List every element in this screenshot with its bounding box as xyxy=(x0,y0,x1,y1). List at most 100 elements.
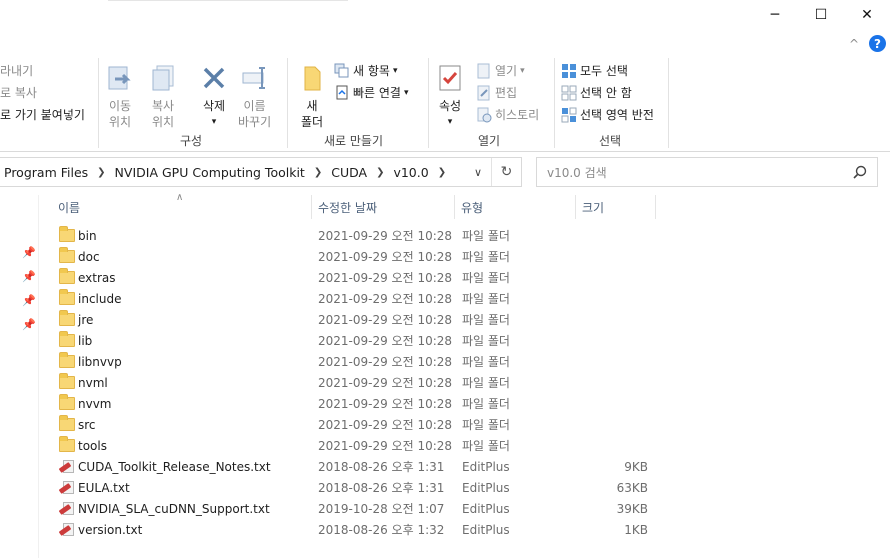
help-icon[interactable]: ? xyxy=(869,35,886,52)
file-name: bin xyxy=(78,228,97,243)
file-type: EditPlus xyxy=(462,459,510,474)
new-group-label: 새로 만들기 xyxy=(324,134,384,148)
file-row[interactable]: lib 2021-09-29 오전 10:28 파일 폴더 xyxy=(52,330,682,351)
maximize-button[interactable]: ☐ xyxy=(798,0,844,30)
close-button[interactable]: ✕ xyxy=(844,0,890,30)
paste-shortcut-item[interactable]: 로 가기 붙여넣기 xyxy=(0,106,85,123)
file-name: nvvm xyxy=(78,396,112,411)
move-to-button[interactable]: 이동 위치 xyxy=(104,62,136,130)
delete-x-icon xyxy=(198,62,230,94)
folder-icon xyxy=(58,352,76,370)
address-bar[interactable]: Program Files ❯ NVIDIA GPU Computing Too… xyxy=(0,157,522,187)
file-name: libnvvp xyxy=(78,354,122,369)
column-header-size[interactable]: 크기 xyxy=(576,195,656,219)
select-all-button[interactable]: 모두 선택 xyxy=(561,62,628,79)
breadcrumb-item[interactable]: Program Files xyxy=(4,165,88,180)
file-type: EditPlus xyxy=(462,522,510,537)
folder-icon xyxy=(58,415,76,433)
edit-button[interactable]: 편집 xyxy=(476,84,517,101)
file-row[interactable]: extras 2021-09-29 오전 10:28 파일 폴더 xyxy=(52,267,682,288)
history-button[interactable]: 히스토리 xyxy=(476,106,539,123)
file-row[interactable]: EULA.txt 2018-08-26 오후 1:31 EditPlus 63KB xyxy=(52,477,682,498)
file-date: 2021-09-29 오전 10:28 xyxy=(318,292,453,306)
search-input[interactable]: v10.0 검색 xyxy=(536,157,878,187)
properties-check-icon xyxy=(434,62,466,94)
file-name: version.txt xyxy=(78,522,143,537)
open-button[interactable]: 열기 ▾ xyxy=(476,62,525,79)
folder-icon xyxy=(58,247,76,265)
breadcrumb-chevron-icon[interactable]: ❯ xyxy=(438,167,446,178)
easy-access-button[interactable]: 빠른 연결 ▾ xyxy=(334,84,409,101)
new-folder-icon xyxy=(296,62,328,94)
group-separator xyxy=(668,58,669,148)
breadcrumb-item[interactable]: NVIDIA GPU Computing Toolkit xyxy=(115,165,305,180)
pin-icon[interactable]: 📌 xyxy=(22,264,36,288)
breadcrumb-item[interactable]: v10.0 xyxy=(393,165,428,180)
rename-button[interactable]: 이름 바꾸기 xyxy=(238,62,271,130)
column-header-name[interactable]: 이름 xyxy=(52,195,312,219)
pin-icon[interactable]: 📌 xyxy=(22,240,36,264)
file-date: 2021-09-29 오전 10:28 xyxy=(318,397,453,411)
ribbon-help-row: ^ ? xyxy=(849,35,886,52)
breadcrumb-item[interactable]: CUDA xyxy=(331,165,367,180)
breadcrumb-chevron-icon[interactable]: ❯ xyxy=(314,167,322,178)
file-date: 2018-08-26 오후 1:32 xyxy=(318,523,445,537)
open-icon xyxy=(477,63,490,78)
properties-button[interactable]: 속성 ▾ xyxy=(434,62,466,130)
invert-selection-icon xyxy=(561,107,577,122)
file-type: 파일 폴더 xyxy=(462,334,510,348)
search-icon[interactable] xyxy=(853,165,867,179)
file-row[interactable]: CUDA_Toolkit_Release_Notes.txt 2018-08-26… xyxy=(52,456,682,477)
address-history-dropdown-icon[interactable]: ∨ xyxy=(465,166,491,179)
rename-icon xyxy=(239,62,271,94)
select-none-button[interactable]: 선택 안 함 xyxy=(561,84,632,101)
file-row[interactable]: jre 2021-09-29 오전 10:28 파일 폴더 xyxy=(52,309,682,330)
file-name: include xyxy=(78,291,122,306)
file-size: 39KB xyxy=(616,501,648,516)
file-row[interactable]: src 2021-09-29 오전 10:28 파일 폴더 xyxy=(52,414,682,435)
file-name: doc xyxy=(78,249,100,264)
select-group-label: 선택 xyxy=(599,134,622,148)
cut-item[interactable]: 라내기 xyxy=(0,62,33,79)
breadcrumb: Program Files ❯ NVIDIA GPU Computing Too… xyxy=(0,165,465,180)
file-row[interactable]: tools 2021-09-29 오전 10:28 파일 폴더 xyxy=(52,435,682,456)
invert-selection-button[interactable]: 선택 영역 반전 xyxy=(561,106,654,123)
file-row[interactable]: version.txt 2018-08-26 오후 1:32 EditPlus 1KB xyxy=(52,519,682,540)
copy-path-item[interactable]: 로 복사 xyxy=(0,84,37,101)
group-separator xyxy=(428,58,429,148)
collapse-ribbon-icon[interactable]: ^ xyxy=(849,37,859,51)
column-header-type[interactable]: 유형 xyxy=(455,195,576,219)
editplus-text-file-icon xyxy=(58,459,76,475)
move-to-icon xyxy=(104,62,136,94)
file-row[interactable]: libnvvp 2021-09-29 오전 10:28 파일 폴더 xyxy=(52,351,682,372)
breadcrumb-chevron-icon[interactable]: ❯ xyxy=(376,167,384,178)
file-row[interactable]: doc 2021-09-29 오전 10:28 파일 폴더 xyxy=(52,246,682,267)
file-row[interactable]: nvvm 2021-09-29 오전 10:28 파일 폴더 xyxy=(52,393,682,414)
minimize-button[interactable]: ─ xyxy=(752,0,798,30)
editplus-text-file-icon xyxy=(58,522,76,538)
folder-icon xyxy=(58,373,76,391)
copy-to-button[interactable]: 복사 위치 xyxy=(147,62,179,130)
group-separator xyxy=(98,58,99,148)
breadcrumb-chevron-icon[interactable]: ❯ xyxy=(97,167,105,178)
new-item-button[interactable]: 새 항목 ▾ xyxy=(334,62,397,79)
pin-icon[interactable]: 📌 xyxy=(22,288,36,312)
search-placeholder: v10.0 검색 xyxy=(547,165,607,180)
new-folder-button[interactable]: 새 폴더 xyxy=(296,62,328,130)
easy-access-icon xyxy=(336,85,348,99)
file-row[interactable]: NVIDIA_SLA_cuDNN_Support.txt 2019-10-28 오… xyxy=(52,498,682,519)
file-row[interactable]: bin 2021-09-29 오전 10:28 파일 폴더 xyxy=(52,225,682,246)
file-row[interactable]: nvml 2021-09-29 오전 10:28 파일 폴더 xyxy=(52,372,682,393)
file-row[interactable]: include 2021-09-29 오전 10:28 파일 폴더 xyxy=(52,288,682,309)
new-item-icon xyxy=(334,63,349,77)
delete-button[interactable]: 삭제 ▾ xyxy=(198,62,230,130)
column-header-date[interactable]: 수정한 날짜 xyxy=(312,195,455,219)
file-type: 파일 폴더 xyxy=(462,271,510,285)
refresh-icon[interactable]: ↻ xyxy=(491,158,521,186)
file-type: 파일 폴더 xyxy=(462,229,510,243)
folder-icon xyxy=(58,226,76,244)
column-headers: ∧ 이름 수정한 날짜 유형 크기 xyxy=(0,192,890,219)
file-name: src xyxy=(78,417,96,432)
copy-to-icon xyxy=(147,62,179,94)
pin-icon[interactable]: 📌 xyxy=(22,312,36,336)
